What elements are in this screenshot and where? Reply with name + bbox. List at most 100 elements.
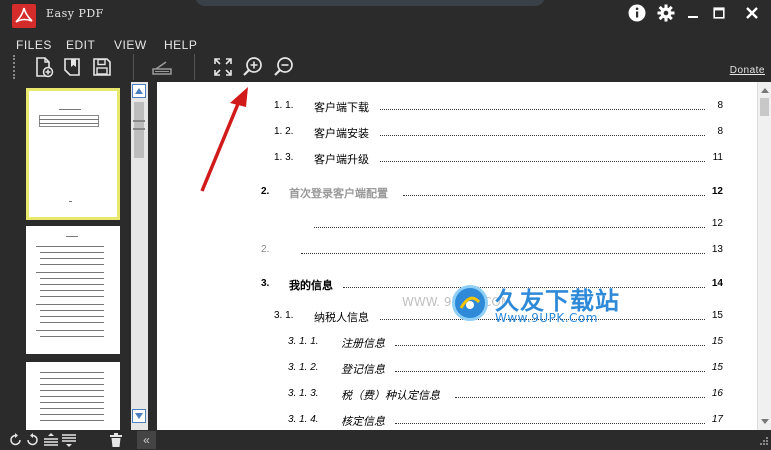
page-thumbnail[interactable] — [26, 226, 120, 354]
toc-number: 3. 1. — [274, 310, 294, 321]
toc-title: 客户端安装 — [314, 127, 369, 140]
menu-files[interactable]: FILES — [16, 38, 52, 50]
page-thumbnail[interactable] — [26, 88, 120, 220]
menu-help[interactable]: HELP — [164, 38, 197, 50]
toc-page-number: 8 — [717, 126, 723, 137]
donate-link[interactable]: Donate — [730, 65, 765, 76]
rotate-left-button[interactable] — [8, 432, 24, 448]
thumbnail-panel: 2 3 4 — [0, 82, 130, 430]
scanner-button[interactable] — [150, 55, 174, 79]
minimize-icon — [688, 16, 698, 18]
scrollbar-thumb[interactable] — [760, 98, 769, 116]
maximize-icon — [713, 7, 725, 19]
bottom-bar: « — [0, 430, 771, 450]
toc-leader-dots — [455, 397, 705, 398]
toc-number: 1. 1. — [274, 100, 294, 111]
move-page-down-button[interactable] — [60, 432, 78, 448]
rotate-right-button[interactable] — [24, 432, 40, 448]
bookmark-page-icon — [64, 58, 80, 76]
scroll-down-button[interactable] — [760, 416, 770, 426]
settings-button[interactable] — [655, 2, 677, 24]
close-button[interactable] — [737, 2, 767, 24]
toc-page-number: 11 — [712, 152, 723, 163]
toc-number: 3. 1. 4. — [288, 414, 319, 425]
toc-number: 3. 1. 2. — [288, 362, 319, 373]
toc-leader-dots — [403, 195, 705, 196]
save-button[interactable] — [90, 55, 114, 79]
toc-page-number: 15 — [711, 310, 723, 321]
fullscreen-button[interactable] — [211, 55, 235, 79]
save-icon — [93, 58, 111, 76]
add-page-button[interactable] — [32, 55, 56, 79]
thumbnail-page-number: 2 — [29, 88, 40, 107]
toc-title: 核定信息 — [341, 415, 385, 428]
toc-leader-dots — [380, 109, 705, 110]
toc-row[interactable]: 12 — [157, 218, 757, 234]
toc-title: 首次登录客户端配置 — [289, 187, 388, 200]
toolbar-grip[interactable] — [13, 55, 16, 79]
rotate-left-icon — [10, 433, 21, 446]
lines-down-icon — [62, 434, 76, 447]
toc-number: 3. 1. 1. — [288, 336, 319, 347]
toolbar: Donate — [0, 50, 771, 82]
toc-title: 客户端升级 — [314, 153, 369, 166]
app-logo-icon — [12, 4, 36, 28]
toc-number: 1. 3. — [274, 152, 294, 163]
toc-page-number: 15 — [711, 362, 723, 373]
toc-row[interactable]: 3. 1. 4. 核定信息 17 — [157, 414, 757, 430]
thumbnail-scrollbar[interactable] — [131, 82, 148, 430]
toc-page-number: 12 — [711, 186, 723, 197]
watermark-subtitle: Www.9UPK.Com — [495, 311, 598, 325]
delete-page-button[interactable] — [108, 432, 124, 448]
zoom-in-icon — [243, 57, 262, 76]
chevron-down-icon — [761, 418, 769, 424]
toc-number: 1. 2. — [274, 126, 294, 137]
annotation-arrow-icon — [200, 87, 248, 192]
scroll-down-button[interactable] — [132, 409, 146, 423]
info-button[interactable] — [626, 2, 648, 24]
toc-leader-dots — [380, 161, 705, 162]
add-page-icon — [36, 57, 54, 78]
zoom-in-button[interactable] — [241, 55, 265, 79]
bookmark-page-button[interactable] — [60, 55, 84, 79]
page-thumbnail[interactable] — [26, 362, 120, 430]
app-title: Easy PDF — [46, 7, 104, 20]
scrollbar-thumb[interactable] — [133, 102, 145, 158]
toc-leader-dots — [314, 227, 705, 228]
toc-number: 2. — [261, 244, 270, 255]
trash-icon — [110, 433, 122, 447]
chevron-up-icon — [761, 87, 769, 93]
toc-row[interactable]: 3. 1. 2. 登记信息 15 — [157, 362, 757, 378]
double-chevron-left-icon: « — [143, 433, 150, 447]
scrollbar-grip — [133, 120, 145, 130]
toc-number: 3. — [261, 278, 270, 289]
toc-page-number: 16 — [711, 388, 723, 399]
toc-page-number: 13 — [711, 244, 723, 255]
toc-leader-dots — [301, 253, 705, 254]
scanner-icon — [152, 61, 172, 75]
menu-view[interactable]: VIEW — [114, 38, 147, 50]
toc-title: 登记信息 — [341, 363, 385, 376]
toc-row[interactable]: 3. 1. 3. 税（费）种认定信息 16 — [157, 388, 757, 404]
scroll-up-button[interactable] — [132, 84, 146, 98]
fullscreen-icon — [214, 58, 232, 76]
title-bar: Easy PDF — [0, 0, 771, 28]
zoom-out-button[interactable] — [272, 55, 296, 79]
toc-title: 税（费）种认定信息 — [341, 389, 440, 402]
lines-up-icon — [44, 433, 58, 446]
gear-icon — [657, 4, 675, 22]
document-scrollbar[interactable] — [757, 82, 771, 430]
collapse-panel-button[interactable]: « — [137, 431, 156, 449]
toc-leader-dots — [380, 135, 705, 136]
menu-edit[interactable]: EDIT — [66, 38, 95, 50]
thumbnail-page-number: 4 — [29, 362, 40, 381]
maximize-button[interactable] — [708, 2, 730, 24]
move-page-up-button[interactable] — [42, 432, 60, 448]
watermark: WWW. 9UPK. COM 久友下载站 Www.9UPK.Com — [402, 277, 687, 347]
title-bar-decoration — [195, 0, 545, 6]
minimize-button[interactable] — [682, 2, 704, 24]
toc-row[interactable]: 2. 13 — [157, 244, 757, 260]
resize-grip-icon[interactable] — [759, 436, 769, 446]
toc-title: 客户端下载 — [314, 101, 369, 114]
scroll-up-button[interactable] — [760, 85, 770, 95]
